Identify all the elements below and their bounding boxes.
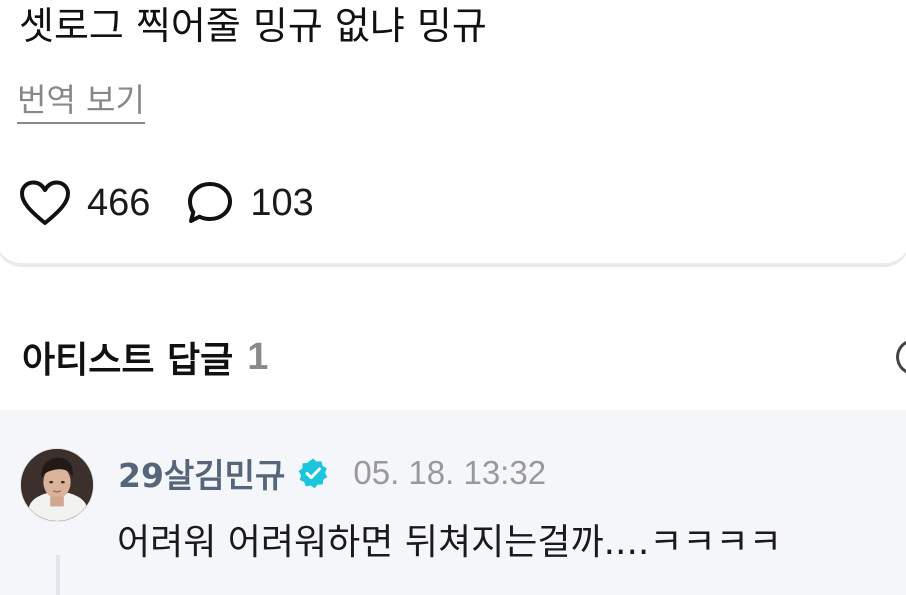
verified-badge-icon (297, 457, 329, 489)
section-count: 1 (247, 335, 269, 378)
heart-icon (19, 180, 71, 226)
comment-button[interactable]: 103 (186, 180, 314, 226)
section-title: 아티스트 답글 (22, 340, 234, 381)
thread-line (56, 555, 60, 595)
artist-replies-header: 아티스트 답글 1 (22, 332, 268, 382)
reply-text: 어려워 어려워하면 뒤쳐지는걸까....ㅋㅋㅋㅋ (117, 522, 782, 563)
post-actions: 466 103 (19, 180, 314, 226)
more-icon[interactable] (896, 339, 906, 375)
author-name[interactable]: 29살김민규 (118, 449, 285, 497)
avatar[interactable] (20, 448, 94, 522)
like-button[interactable]: 466 (19, 180, 150, 226)
reply-meta: 29살김민규 05. 18. 13:32 (118, 450, 546, 496)
speech-bubble-icon (186, 180, 234, 226)
translate-link[interactable]: 번역 보기 (17, 78, 145, 124)
like-count: 466 (87, 181, 151, 224)
comment-count: 103 (250, 181, 314, 224)
post-text: 셋로그 찍어줄 밍규 없냐 밍규 (19, 4, 487, 48)
post-card: 셋로그 찍어줄 밍규 없냐 밍규 번역 보기 466 103 (0, 0, 906, 265)
reply-timestamp: 05. 18. 13:32 (353, 454, 547, 491)
artist-reply: 29살김민규 05. 18. 13:32 어려워 어려워하면 뒤쳐지는걸까...… (0, 410, 906, 595)
